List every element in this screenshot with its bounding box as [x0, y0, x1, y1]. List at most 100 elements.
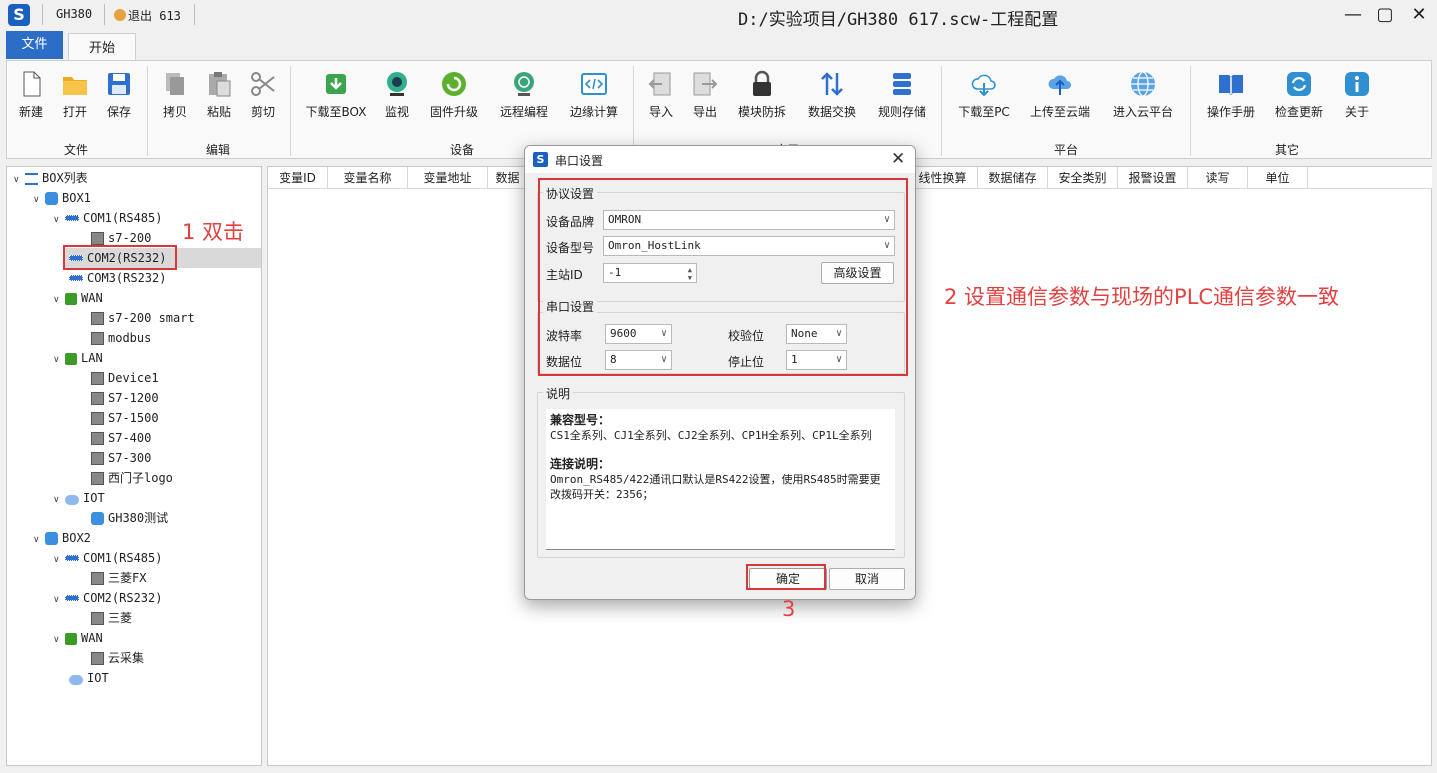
tree-node-device[interactable]: 云采集: [91, 648, 144, 668]
rule-storage-button[interactable]: 规则存储: [873, 69, 931, 120]
tree-node-box1-wan[interactable]: ∨ WAN: [53, 288, 103, 308]
import-button[interactable]: 导入: [643, 69, 679, 120]
check-update-button[interactable]: 检查更新: [1271, 69, 1327, 120]
chevron-down-icon[interactable]: ∨: [53, 290, 65, 310]
cut-button[interactable]: 剪切: [245, 69, 281, 120]
group-divider: [633, 66, 634, 156]
cloud-upload-icon: [1048, 75, 1071, 95]
maximize-icon[interactable]: ▢: [1372, 4, 1398, 26]
code-window-icon: [581, 73, 607, 95]
tab-file[interactable]: 文件: [6, 31, 63, 59]
edge-computing-button[interactable]: 边缘计算: [565, 69, 623, 120]
network-icon: [65, 293, 77, 305]
tree-node-label: BOX2: [62, 531, 91, 545]
paste-button[interactable]: 粘贴: [201, 69, 237, 120]
tree-node-box1[interactable]: ∨ BOX1: [33, 188, 91, 208]
open-button[interactable]: 打开: [57, 69, 93, 120]
dialog-title: 串口设置: [555, 154, 604, 168]
manual-button[interactable]: 操作手册: [1203, 69, 1259, 120]
chevron-down-icon[interactable]: ∨: [53, 350, 65, 370]
serial-port-icon: [65, 215, 79, 221]
tree-node-box1-com3[interactable]: COM3(RS232): [69, 268, 166, 288]
tree-node-label: IOT: [87, 671, 109, 685]
column-header[interactable]: 变量地址: [408, 167, 488, 189]
tree-node-device[interactable]: Device1: [91, 368, 159, 388]
description-group-label: 说明: [543, 385, 574, 402]
minimize-icon[interactable]: —: [1340, 4, 1366, 26]
about-button[interactable]: 关于: [1339, 69, 1375, 120]
chevron-down-icon[interactable]: ∨: [53, 550, 65, 570]
tree-node-box1-com1[interactable]: ∨ COM1(RS485): [53, 208, 162, 228]
column-header[interactable]: 线性换算: [908, 167, 978, 189]
tree-node-root[interactable]: ∨ BOX列表: [13, 168, 88, 188]
tree-node-device[interactable]: 三菱FX: [91, 568, 146, 588]
cloud-platform-label: 进入云平台: [1112, 105, 1173, 119]
column-header[interactable]: 数据储存: [978, 167, 1048, 189]
column-header[interactable]: 读写: [1188, 167, 1248, 189]
tree-node-box1-lan[interactable]: ∨ LAN: [53, 348, 103, 368]
new-button[interactable]: 新建: [13, 69, 49, 120]
group-divider: [941, 66, 942, 156]
tree-node-device[interactable]: S7-1200: [91, 388, 159, 408]
chevron-down-icon[interactable]: ∨: [53, 490, 65, 510]
divider: [194, 4, 195, 25]
tree-node-device[interactable]: s7-200 smart: [91, 308, 195, 328]
cloud-download-icon: [971, 74, 996, 97]
download-to-pc-label: 下载至PC: [958, 105, 1010, 119]
cloud-icon: [69, 675, 83, 685]
export-button[interactable]: 导出: [687, 69, 723, 120]
exchange-arrows-icon: [821, 72, 843, 96]
column-header[interactable]: 安全类别: [1048, 167, 1118, 189]
tree-node-box2-iot[interactable]: IOT: [69, 668, 109, 688]
column-header[interactable]: 变量名称: [328, 167, 408, 189]
download-to-box-button[interactable]: 下载至BOX: [303, 69, 369, 120]
save-button[interactable]: 保存: [101, 69, 137, 120]
upload-to-cloud-button[interactable]: 上传至云端: [1025, 69, 1095, 120]
tree-node-device[interactable]: 西门子logo: [91, 468, 173, 488]
tree-node-device[interactable]: S7-400: [91, 428, 151, 448]
tree-node-device[interactable]: S7-1500: [91, 408, 159, 428]
remote-programming-button[interactable]: 远程编程: [495, 69, 553, 120]
column-header[interactable]: 变量ID: [268, 167, 328, 189]
save-label: 保存: [106, 105, 131, 119]
tree-node-box2-com1[interactable]: ∨ COM1(RS485): [53, 548, 162, 568]
column-header[interactable]: 报警设置: [1118, 167, 1188, 189]
column-header[interactable]: 数据: [488, 167, 528, 189]
chevron-down-icon[interactable]: ∨: [53, 630, 65, 650]
tree-node-device[interactable]: modbus: [91, 328, 151, 348]
tree-node-device[interactable]: S7-300: [91, 448, 151, 468]
chevron-down-icon[interactable]: ∨: [13, 170, 25, 190]
anti-tamper-button[interactable]: 模块防拆: [733, 69, 791, 120]
scissors-icon: [251, 72, 275, 96]
tree-node-box1-iot[interactable]: ∨ IOT: [53, 488, 105, 508]
chevron-down-icon[interactable]: ∨: [53, 210, 65, 230]
tree-node-device[interactable]: GH380测试: [91, 508, 168, 528]
tab-start[interactable]: 开始: [68, 33, 136, 61]
firmware-upgrade-button[interactable]: 固件升级: [425, 69, 483, 120]
network-icon: [65, 353, 77, 365]
tree-node-device[interactable]: 三菱: [91, 608, 132, 628]
column-header[interactable]: 单位: [1248, 167, 1308, 189]
group-divider: [1190, 66, 1191, 156]
cancel-button[interactable]: 取消: [829, 568, 905, 590]
tree-node-box2[interactable]: ∨ BOX2: [33, 528, 91, 548]
upload-to-cloud-label: 上传至云端: [1029, 105, 1090, 119]
data-exchange-button[interactable]: 数据交换: [803, 69, 861, 120]
group-label-other: 其它: [1275, 143, 1300, 157]
close-icon[interactable]: ✕: [891, 149, 905, 169]
tree-node-box2-com2[interactable]: ∨ COM2(RS232): [53, 588, 162, 608]
annotation-step3: 3: [782, 597, 796, 621]
globe-network-icon: [514, 72, 534, 96]
chevron-down-icon[interactable]: ∨: [33, 530, 45, 550]
monitor-button[interactable]: 监视: [379, 69, 415, 120]
close-icon[interactable]: ✕: [1406, 4, 1432, 26]
export-icon: [693, 72, 718, 96]
save-icon: [108, 73, 130, 95]
download-to-pc-button[interactable]: 下载至PC: [953, 69, 1015, 120]
logout-button[interactable]: 退出 613: [114, 7, 181, 24]
chevron-down-icon[interactable]: ∨: [33, 190, 45, 210]
copy-button[interactable]: 拷贝: [157, 69, 193, 120]
chevron-down-icon[interactable]: ∨: [53, 590, 65, 610]
tree-node-box2-wan[interactable]: ∨ WAN: [53, 628, 103, 648]
cloud-platform-button[interactable]: 进入云平台: [1107, 69, 1179, 120]
